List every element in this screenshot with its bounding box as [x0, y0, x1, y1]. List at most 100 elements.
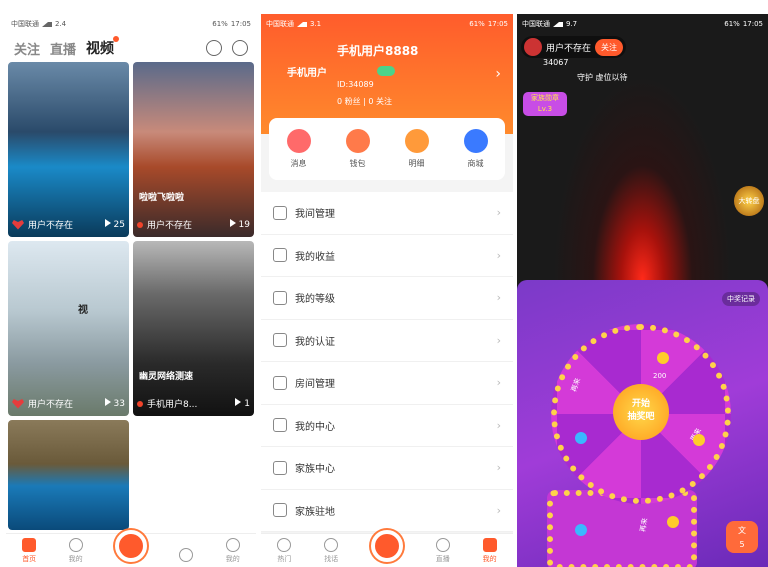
profile-stats: 0 粉丝 | 0 关注	[337, 97, 393, 106]
heart-icon	[12, 220, 24, 230]
coin-icon	[657, 352, 669, 364]
chevron-right-icon: ›	[496, 418, 501, 432]
time-label: 17:05	[487, 20, 508, 28]
nav-home[interactable]: 首页	[22, 538, 37, 564]
win-record-button[interactable]: 中奖记录	[722, 292, 760, 306]
shop-icon	[463, 129, 488, 153]
quick-wallet[interactable]: 钱包	[345, 129, 370, 169]
profile-name-sub: 手机用户	[287, 68, 327, 79]
compass-icon	[324, 538, 339, 552]
quick-details[interactable]: 明细	[404, 129, 429, 169]
menu-item[interactable]: 房间管理 ›	[261, 362, 513, 405]
home-icon	[22, 538, 37, 552]
nav-live[interactable]: 直播	[435, 538, 450, 564]
nav-hot[interactable]: 热门	[277, 538, 292, 564]
nav-live[interactable]	[179, 548, 194, 564]
card-user: 用户不存在	[28, 221, 74, 231]
chevron-right-icon: ›	[496, 206, 501, 220]
video-card[interactable]: 幽灵网络测速 手机用户8... 1	[133, 241, 254, 416]
list-icon	[404, 129, 429, 153]
chevron-right-icon[interactable]: ›	[495, 66, 501, 82]
chevron-right-icon: ›	[496, 291, 501, 305]
family-badge[interactable]: 家族勋章 Lv.3	[523, 92, 567, 116]
nav-profile[interactable]: 我的	[225, 538, 240, 564]
profile-id: ID:34089	[337, 80, 374, 89]
quick-shop[interactable]: 商城	[463, 129, 488, 169]
search-icon[interactable]	[206, 40, 222, 56]
play-icon	[104, 398, 111, 406]
location-icon	[273, 503, 287, 518]
message-icon[interactable]	[232, 40, 248, 56]
crown-icon	[273, 290, 287, 305]
quick-messages[interactable]: 消息	[286, 129, 311, 169]
status-bar: 中国联通 3.1 61% 17:05	[261, 14, 513, 34]
refresh-icon	[435, 538, 450, 552]
video-card[interactable]: 用户不存在 25	[8, 62, 129, 237]
video-card[interactable]: 啦啦飞啦啦 用户不存在 19	[133, 62, 254, 237]
chevron-right-icon: ›	[496, 333, 501, 347]
host-name: 用户不存在	[546, 43, 592, 54]
menu-item[interactable]: 家族驻地 ›	[261, 490, 513, 532]
chevron-right-icon: ›	[496, 248, 501, 262]
compass-icon	[68, 538, 83, 552]
menu-item[interactable]: 我的等级 ›	[261, 277, 513, 320]
card-plays: 1	[244, 399, 250, 409]
tab-live[interactable]: 直播	[50, 39, 76, 58]
shirt-icon	[273, 418, 287, 433]
tab-follow[interactable]: 关注	[14, 39, 40, 58]
speed-label: 9.7	[566, 20, 578, 28]
coin-icon	[667, 516, 679, 528]
record-button[interactable]	[114, 530, 147, 562]
chevron-right-icon: ›	[496, 461, 501, 475]
spin-button[interactable]: 开始 抽奖吧	[613, 384, 669, 440]
guard-label[interactable]: 守护 虚位以待	[577, 72, 628, 83]
time-label: 17:05	[742, 20, 763, 28]
host-info: 用户不存在 关注	[521, 36, 627, 58]
refresh-icon	[179, 548, 194, 562]
card-user: 用户不存在	[147, 221, 193, 231]
menu-item[interactable]: 家族中心 ›	[261, 447, 513, 490]
card-meta: 用户不存在 25	[12, 218, 125, 231]
card-plays: 25	[113, 220, 125, 230]
message-icon	[286, 129, 311, 153]
lottery-panel: 中奖记录 200 再来 再来 再来 开始抽奖吧 文5	[517, 280, 768, 567]
carrier-label: 中国联通	[11, 20, 39, 28]
wallet-icon	[345, 129, 370, 153]
avatar[interactable]	[524, 38, 542, 56]
verify-icon	[273, 333, 287, 348]
video-card[interactable]	[8, 420, 129, 530]
card-user: 手机用户8...	[147, 400, 198, 410]
house-icon	[273, 375, 287, 390]
play-icon	[235, 398, 242, 406]
record-button[interactable]	[370, 530, 403, 562]
menu-item[interactable]: 我的认证 ›	[261, 320, 513, 362]
tab-video[interactable]: 视频	[86, 36, 120, 58]
top-tabs: 关注 直播 视频	[6, 34, 256, 62]
follow-button[interactable]: 关注	[595, 38, 624, 56]
profile-screen: 中国联通 3.1 61% 17:05 手机用户8888 手机用户 ID:34089 …	[261, 14, 513, 567]
follow-count[interactable]: 0 关注	[368, 97, 392, 106]
gift-icon	[575, 524, 587, 536]
menu-item[interactable]: 我的中心 ›	[261, 405, 513, 447]
live-dot-icon	[137, 400, 143, 407]
profile-name: 手机用户8888	[337, 44, 419, 58]
card-plays: 33	[113, 399, 125, 409]
carrier-label: 中国联通	[266, 20, 294, 28]
video-card[interactable]: 视 用户不存在 33	[8, 241, 129, 416]
video-feed-screen: 中国联通 2.4 61% 17:05 关注 直播 视频 用户不存在 25 啦啦飞啦啦…	[6, 14, 256, 567]
card-meta: 用户不存在 33	[12, 397, 125, 410]
wheel-gift-icon[interactable]: 大转盘	[734, 186, 764, 216]
menu-item[interactable]: 我间管理 ›	[261, 192, 513, 235]
bottom-nav: 热门 找话 直播 我的	[261, 530, 513, 567]
live-dot-icon	[137, 221, 143, 228]
fans-count[interactable]: 0 粉丝	[337, 97, 361, 106]
signal-icon	[553, 21, 563, 27]
corner-button[interactable]: 文5	[726, 521, 758, 553]
signal-icon	[42, 21, 52, 27]
menu-item[interactable]: 我的收益 ›	[261, 235, 513, 277]
status-bar: 中国联通 2.4 61% 17:05	[6, 14, 256, 34]
nav-chat[interactable]: 找话	[324, 538, 339, 564]
nav-mine[interactable]: 我的	[68, 538, 83, 564]
nav-profile[interactable]: 我的	[482, 538, 497, 564]
card-user: 用户不存在	[28, 400, 74, 410]
